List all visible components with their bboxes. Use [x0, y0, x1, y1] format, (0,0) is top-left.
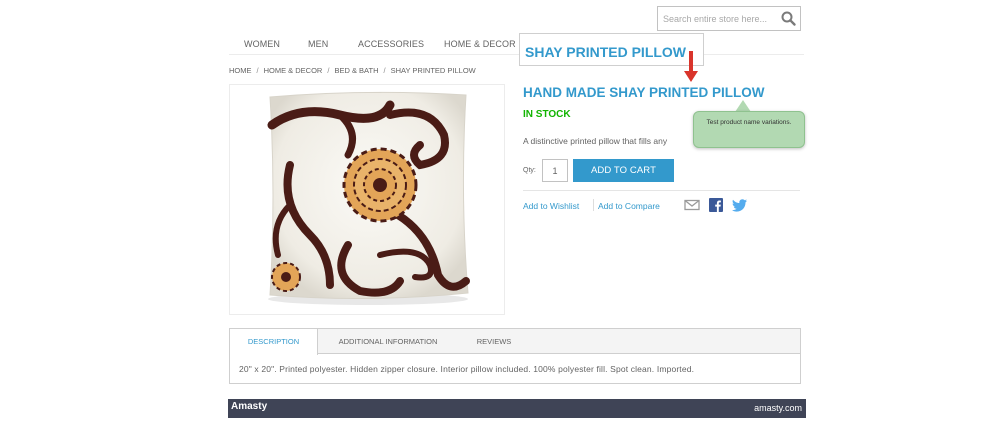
pointer-arrow-icon [684, 51, 698, 82]
breadcrumb-bed-bath[interactable]: BED & BATH [334, 66, 378, 75]
stock-status: IN STOCK [523, 109, 571, 120]
search-input[interactable] [658, 7, 776, 30]
qty-input[interactable] [542, 159, 568, 182]
twitter-icon[interactable] [732, 197, 748, 213]
facebook-icon[interactable] [708, 197, 724, 213]
footer-bar: Amasty amasty.com [228, 399, 806, 418]
tab-content: 20" x 20". Printed polyester. Hidden zip… [239, 364, 695, 374]
nav-item-men[interactable]: MEN [308, 39, 328, 49]
pillow-image [267, 91, 470, 305]
divider [523, 190, 800, 191]
main-nav: WOMEN MEN ACCESSORIES HOME & DECOR [229, 37, 804, 55]
breadcrumb-separator: / [383, 66, 386, 75]
breadcrumb-separator: / [256, 66, 259, 75]
breadcrumb-home-decor[interactable]: HOME & DECOR [264, 66, 323, 75]
email-icon[interactable] [684, 197, 700, 213]
search-icon[interactable] [780, 10, 797, 27]
footer-url[interactable]: amasty.com [754, 403, 802, 413]
add-to-cart-button[interactable]: ADD TO CART [573, 159, 674, 182]
nav-item-accessories[interactable]: ACCESSORIES [358, 39, 424, 49]
breadcrumb-current: SHAY PRINTED PILLOW [390, 66, 476, 75]
add-to-wishlist-link[interactable]: Add to Wishlist [523, 201, 579, 211]
tab-bar: DESCRIPTION ADDITIONAL INFORMATION REVIE… [230, 329, 800, 355]
add-to-compare-link[interactable]: Add to Compare [598, 201, 660, 211]
product-title: HAND MADE SHAY PRINTED PILLOW [523, 85, 765, 100]
link-separator [593, 199, 594, 211]
search-box [657, 6, 801, 31]
tooltip: Test product name variations. [693, 111, 805, 148]
nav-item-women[interactable]: WOMEN [244, 39, 280, 49]
product-tabs: DESCRIPTION ADDITIONAL INFORMATION REVIE… [229, 328, 801, 384]
tab-additional-information[interactable]: ADDITIONAL INFORMATION [326, 329, 450, 354]
nav-item-home-decor[interactable]: HOME & DECOR [444, 39, 516, 49]
breadcrumb: HOME / HOME & DECOR / BED & BATH / SHAY PRINTE… [229, 66, 476, 75]
breadcrumb-separator: / [327, 66, 330, 75]
tab-description[interactable]: DESCRIPTION [230, 329, 318, 355]
tab-reviews[interactable]: REVIEWS [460, 329, 528, 354]
product-name-overlay: SHAY PRINTED PILLOW [519, 33, 704, 66]
product-image[interactable] [229, 84, 505, 315]
short-description: A distinctive printed pillow that fills … [523, 136, 668, 146]
qty-label: Qty: [523, 167, 536, 174]
breadcrumb-home[interactable]: HOME [229, 66, 252, 75]
amasty-logo: Amasty [231, 401, 268, 412]
